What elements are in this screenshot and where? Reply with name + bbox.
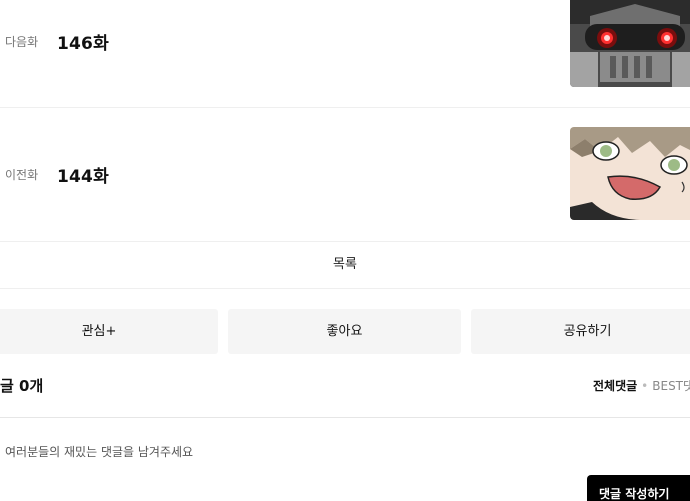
next-episode-link[interactable]: 다음화 146화 [0,0,690,108]
prev-episode-title: 144화 [57,167,109,187]
comment-sort-tabs: 전체댓글 • BEST댓 [593,377,690,394]
prev-episode-thumbnail[interactable] [570,127,690,220]
next-episode-label: 다음화 [5,35,39,49]
prev-episode-label: 이전화 [5,168,39,182]
like-button[interactable]: 좋아요 [228,309,461,354]
episode-footer: 다음화 146화 이전화 144화 목록 관심+ 좋아요 공유하기 글 0개 전… [0,0,690,501]
share-button[interactable]: 공유하기 [471,309,690,354]
next-episode-thumbnail[interactable] [570,0,690,87]
episode-list-link[interactable]: 목록 [0,242,690,289]
prev-episode-link[interactable]: 이전화 144화 [0,108,690,242]
sort-best-comments[interactable]: BEST댓 [652,379,690,393]
comment-count: 글 0개 [0,377,44,395]
sort-separator: • [641,379,649,393]
write-comment-button[interactable]: 댓글 작성하기 [587,475,690,501]
next-episode-title: 146화 [57,34,109,54]
comment-input[interactable]: 여러분들의 재밌는 댓글을 남겨주세요 [5,443,193,460]
sort-all-comments[interactable]: 전체댓글 [593,379,637,393]
comments-header: 글 0개 전체댓글 • BEST댓 [0,372,690,418]
subscribe-button[interactable]: 관심+ [0,309,218,354]
